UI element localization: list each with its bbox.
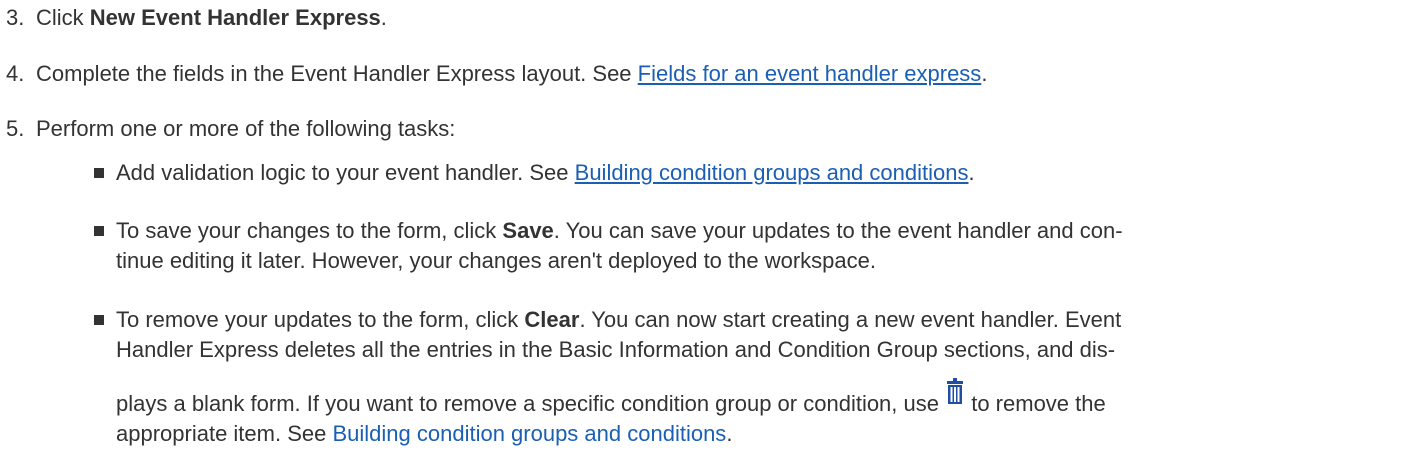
- step-punct: .: [380, 5, 387, 30]
- ui-label-save: Save: [502, 218, 554, 243]
- step-number: 4.: [6, 61, 25, 86]
- building-conditions-link-2[interactable]: Building condition groups and conditions: [332, 421, 726, 446]
- task-text: appropriate item. See: [116, 421, 333, 446]
- ui-label-new-event-handler-express: New Event Handler Express: [89, 5, 381, 30]
- task-text: to remove the: [965, 391, 1106, 416]
- task-text: plays a blank form. If you want to remov…: [116, 391, 946, 416]
- task-text: To remove your updates to the form, clic…: [116, 307, 525, 332]
- task-item-save: To save your changes to the form, click …: [94, 217, 1123, 275]
- task-text: . You can save your updates to the event…: [553, 218, 1123, 243]
- bullet-icon: [94, 315, 104, 325]
- task-text: tinue editing it later. However, your ch…: [116, 248, 876, 273]
- step-punct: .: [981, 61, 988, 86]
- step-3: 3. Click New Event Handler Express.: [6, 4, 387, 32]
- task-item-clear: To remove your updates to the form, clic…: [94, 306, 1121, 448]
- step-text: Complete the fields in the Event Handler…: [36, 61, 638, 86]
- step-text: Perform one or more of the following tas…: [36, 116, 456, 141]
- bullet-icon: [94, 226, 104, 236]
- task-text: . You can now start creating a new event…: [579, 307, 1122, 332]
- step-4: 4. Complete the fields in the Event Handl…: [6, 60, 987, 88]
- task-text: To save your changes to the form, click: [116, 218, 503, 243]
- building-conditions-link[interactable]: Building condition groups and conditions: [575, 160, 969, 185]
- task-text: Handler Express deletes all the entries …: [116, 337, 1116, 362]
- ui-label-clear: Clear: [524, 307, 580, 332]
- bullet-icon: [94, 168, 104, 178]
- step-5: 5. Perform one or more of the following t…: [6, 115, 455, 143]
- step-number: 5.: [6, 116, 25, 141]
- task-punct: .: [726, 421, 733, 446]
- trash-icon: [947, 378, 964, 406]
- step-text: Click: [36, 5, 90, 30]
- step-number: 3.: [6, 5, 25, 30]
- fields-event-handler-link[interactable]: Fields for an event handler express: [638, 61, 982, 86]
- task-punct: .: [968, 160, 975, 185]
- task-text: Add validation logic to your event handl…: [116, 160, 575, 185]
- task-item-validation: Add validation logic to your event handl…: [94, 159, 975, 187]
